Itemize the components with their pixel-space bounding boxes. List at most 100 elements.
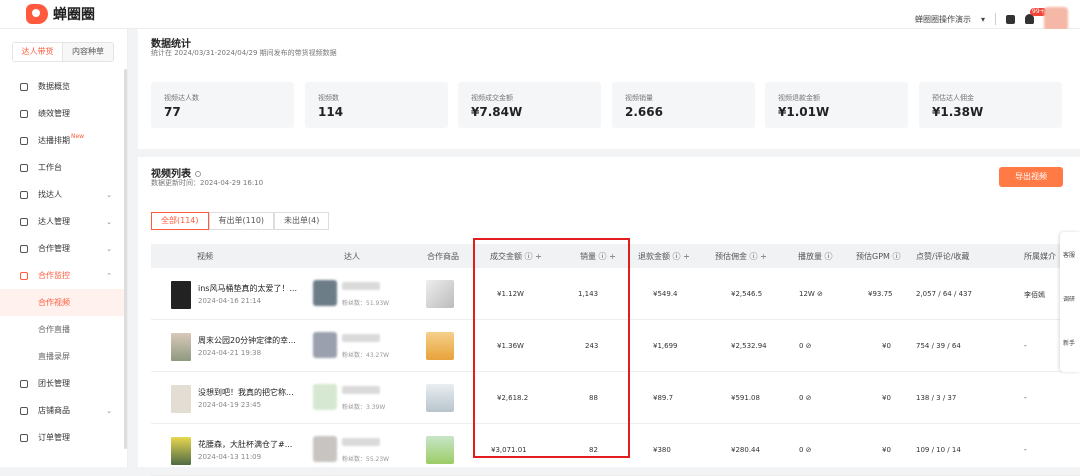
highlight-box <box>473 238 630 458</box>
nav-live-schedule[interactable]: 达播排期 New <box>0 127 124 154</box>
order-icon <box>20 433 28 442</box>
stat-label: 视频成交金额 <box>471 94 513 102</box>
cell-engagement: 109 / 10 / 14 <box>916 446 961 454</box>
sidebar: 达人带货 内容种草 数据概览 绩效管理 达播排期 New 工作台 找达人 ⌄ 达人管… <box>0 29 128 467</box>
creator-avatar[interactable] <box>313 384 337 410</box>
fans-count: 粉丝数：51.93W <box>342 300 390 307</box>
chevron-down-icon: ⌄ <box>106 190 112 199</box>
th-engagement: 点赞/评论/收藏 <box>916 252 970 261</box>
cell-gpm: ¥0 <box>882 446 891 454</box>
nav-performance[interactable]: 绩效管理 <box>0 100 124 127</box>
nav-data-overview[interactable]: 数据概览 <box>0 73 124 100</box>
th-video: 视频 <box>197 252 213 261</box>
cell-engagement: 138 / 3 / 37 <box>916 394 957 402</box>
nav-label: 达人管理 <box>38 217 70 226</box>
customer-service-button[interactable]: 客服 <box>1063 250 1075 259</box>
cell-media: - <box>1024 446 1027 454</box>
cell-engagement: 2,057 / 64 / 437 <box>916 290 972 298</box>
video-thumbnail[interactable] <box>171 385 191 413</box>
video-thumbnail[interactable] <box>171 437 191 465</box>
product-thumbnail[interactable] <box>426 384 454 412</box>
nav-collab-manage[interactable]: 合作管理 ⌄ <box>0 235 124 262</box>
user-icon <box>20 217 28 226</box>
creator-name[interactable] <box>342 334 380 342</box>
product-thumbnail[interactable] <box>426 280 454 308</box>
cell-refund: ¥380 <box>653 446 671 454</box>
video-icon <box>20 136 28 145</box>
app-logo[interactable]: 蝉圈圈 <box>26 4 95 24</box>
video-title[interactable]: 花腰森，大肚杯满仓了#... <box>198 439 292 450</box>
user-avatar[interactable] <box>1044 7 1068 31</box>
nav-label: 达播排期 <box>38 136 70 145</box>
tab-daren-daihuo[interactable]: 达人带货 <box>13 43 63 61</box>
shop-icon <box>20 406 28 415</box>
stat-card: 视频数 114 <box>305 82 448 128</box>
stat-card: 预估达人佣金 ¥1.38W <box>919 82 1062 128</box>
stat-card: 视频退款金额 ¥1.01W <box>765 82 908 128</box>
creator-avatar[interactable] <box>313 332 337 358</box>
top-bar: 蝉圈圈 蝉圈圈操作演示 ▾ 99+ <box>0 0 1080 31</box>
creator-name[interactable] <box>342 386 380 394</box>
update-time: 数据更新时间：2024-04-29 16:10 <box>151 179 264 187</box>
bell-icon[interactable]: 99+ <box>1025 8 1047 24</box>
filter-has-order[interactable]: 有出单(110) <box>208 212 275 230</box>
stats-header: 数据统计 统计在 2024/03/31-2024/04/29 期间发布的带货视频… <box>138 29 1080 71</box>
fans-count: 粉丝数：55.23W <box>342 456 390 463</box>
cell-engagement: 754 / 39 / 64 <box>916 342 961 350</box>
product-thumbnail[interactable] <box>426 436 454 464</box>
chevron-down-icon[interactable]: ▾ <box>981 15 985 24</box>
video-title[interactable]: ins风马桶垫真的太爱了！... <box>198 283 297 294</box>
filter-all[interactable]: 全部(114) <box>151 212 209 230</box>
beginner-button[interactable]: 新手 <box>1063 338 1075 347</box>
folder-icon[interactable] <box>1006 14 1015 24</box>
video-title[interactable]: 没想到吧！我真的把它称... <box>198 387 294 398</box>
chevron-down-icon: ⌄ <box>106 217 112 226</box>
cell-media: 李佰嫣 <box>1024 291 1045 299</box>
filter-no-order[interactable]: 未出单(4) <box>274 212 330 230</box>
stat-value: 77 <box>164 105 181 119</box>
nav-shop-products[interactable]: 店铺商品 ⌄ <box>0 397 124 424</box>
nav-live-recording[interactable]: 直播录屏 <box>0 343 124 370</box>
video-title[interactable]: 周末公园20分钟定律的幸... <box>198 335 296 346</box>
info-icon[interactable] <box>195 171 201 177</box>
th-creator: 达人 <box>344 252 360 261</box>
video-thumbnail[interactable] <box>171 281 191 309</box>
nav-orders[interactable]: 订单管理 <box>0 424 124 451</box>
video-thumbnail[interactable] <box>171 333 191 361</box>
nav-collab-video[interactable]: 合作视频 <box>0 289 124 316</box>
creator-name[interactable] <box>342 282 380 290</box>
section-subtitle: 统计在 2024/03/31-2024/04/29 期间发布的带货视频数据 <box>151 49 337 57</box>
demo-account-menu[interactable]: 蝉圈圈操作演示 <box>915 14 971 25</box>
cell-gpm: ¥0 <box>882 342 891 350</box>
th-refund[interactable]: 退款金额 ⓘ ÷ <box>638 251 690 262</box>
product-thumbnail[interactable] <box>426 332 454 360</box>
creator-name[interactable] <box>342 438 380 446</box>
chevron-up-icon: ⌃ <box>106 271 112 280</box>
nav-label: 找达人 <box>38 190 62 199</box>
creator-avatar[interactable] <box>313 436 337 462</box>
cell-refund: ¥1,699 <box>653 342 678 350</box>
nav-creator-manage[interactable]: 达人管理 ⌄ <box>0 208 124 235</box>
stat-value: ¥7.84W <box>471 105 523 119</box>
user-icon <box>20 379 28 388</box>
nav-label: 店铺商品 <box>38 406 70 415</box>
th-commission[interactable]: 预估佣金 ⓘ ÷ <box>715 251 767 262</box>
export-video-button[interactable]: 导出视频 <box>999 167 1063 187</box>
nav-label: 绩效管理 <box>38 109 70 118</box>
sidebar-scrollbar[interactable] <box>124 69 127 449</box>
chevron-down-icon: ⌄ <box>106 244 112 253</box>
nav-collab-live[interactable]: 合作直播 <box>0 316 124 343</box>
nav-workbench[interactable]: 工作台 <box>0 154 124 181</box>
stat-value: ¥1.38W <box>932 105 984 119</box>
cell-plays: 0 ⊘ <box>799 342 812 350</box>
cell-refund: ¥549.4 <box>653 290 678 298</box>
creator-avatar[interactable] <box>313 280 337 306</box>
nav-leader-manage[interactable]: 团长管理 <box>0 370 124 397</box>
stat-card: 视频成交金额 ¥7.84W <box>458 82 601 128</box>
stat-card: 视频达人数 77 <box>151 82 294 128</box>
nav-collab-monitor[interactable]: 合作监控 ⌃ <box>0 262 124 289</box>
tab-neirong-zhongcao[interactable]: 内容种草 <box>63 43 113 61</box>
survey-button[interactable]: 调研 <box>1063 294 1075 303</box>
nav-find-creator[interactable]: 找达人 ⌄ <box>0 181 124 208</box>
th-gpm: 预估GPM ⓘ <box>856 252 901 261</box>
